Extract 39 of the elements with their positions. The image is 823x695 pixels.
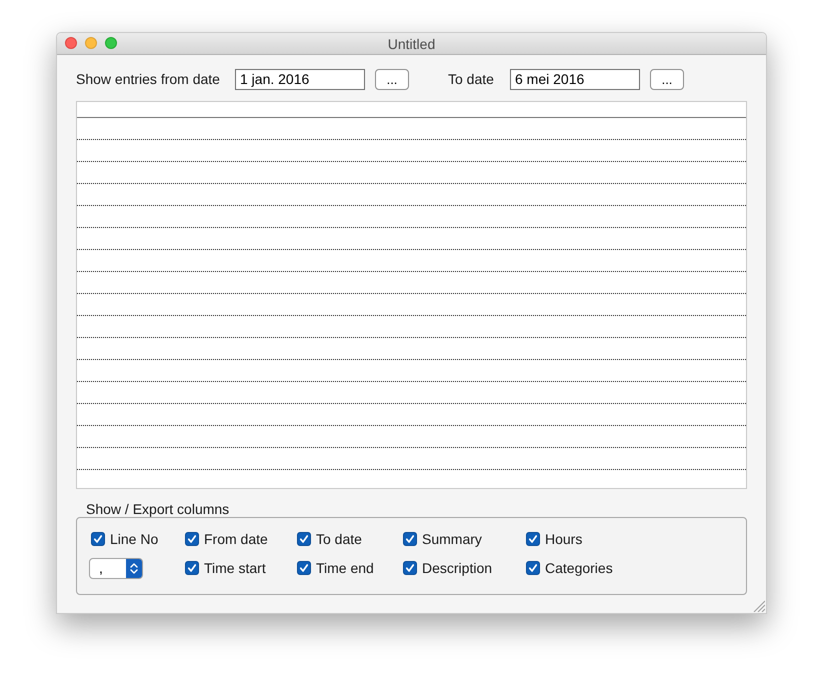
to-date-label: To date: [448, 70, 495, 89]
checkbox-label[interactable]: Time start: [204, 561, 266, 575]
checkmark-icon: [300, 535, 308, 543]
checkmark-icon: [300, 564, 308, 572]
checkbox-label[interactable]: Description: [422, 561, 492, 575]
checkbox[interactable]: [403, 561, 417, 575]
checkbox[interactable]: [526, 532, 540, 546]
checkmark-icon: [529, 535, 537, 543]
to-date-field[interactable]: 6 mei 2016: [510, 69, 640, 90]
separator-select[interactable]: ,: [89, 558, 143, 578]
checkbox-label[interactable]: Time end: [316, 561, 374, 575]
checkmark-icon: [529, 564, 537, 572]
checkbox[interactable]: [91, 532, 105, 546]
checkbox[interactable]: [185, 561, 199, 575]
checkmark-icon: [188, 564, 196, 572]
checkbox-label[interactable]: Summary: [422, 532, 482, 546]
up-down-chevron-icon: [126, 558, 142, 578]
checkbox[interactable]: [297, 532, 311, 546]
from-date-picker-button[interactable]: ...: [375, 69, 409, 90]
checkbox[interactable]: [297, 561, 311, 575]
to-date-picker-button[interactable]: ...: [650, 69, 684, 90]
checkbox-label[interactable]: Line No: [110, 532, 158, 546]
checkmark-icon: [188, 535, 196, 543]
checkmark-icon: [406, 535, 414, 543]
checkmark-icon: [406, 564, 414, 572]
checkbox[interactable]: [403, 532, 417, 546]
checkbox[interactable]: [526, 561, 540, 575]
checkbox[interactable]: [185, 532, 199, 546]
window-title: Untitled: [388, 36, 436, 50]
from-date-label: Show entries from date: [76, 70, 221, 89]
checkbox-label[interactable]: To date: [316, 532, 362, 546]
checkbox-label[interactable]: Categories: [545, 561, 613, 575]
from-date-field[interactable]: 1 jan. 2016: [235, 69, 365, 90]
group-title: Show / Export columns: [86, 501, 230, 517]
checkbox-label[interactable]: Hours: [545, 532, 582, 546]
checkbox-label[interactable]: From date: [204, 532, 268, 546]
resize-grip-icon[interactable]: [753, 600, 765, 612]
close-button[interactable]: [65, 37, 77, 49]
checkmark-icon: [94, 535, 102, 543]
